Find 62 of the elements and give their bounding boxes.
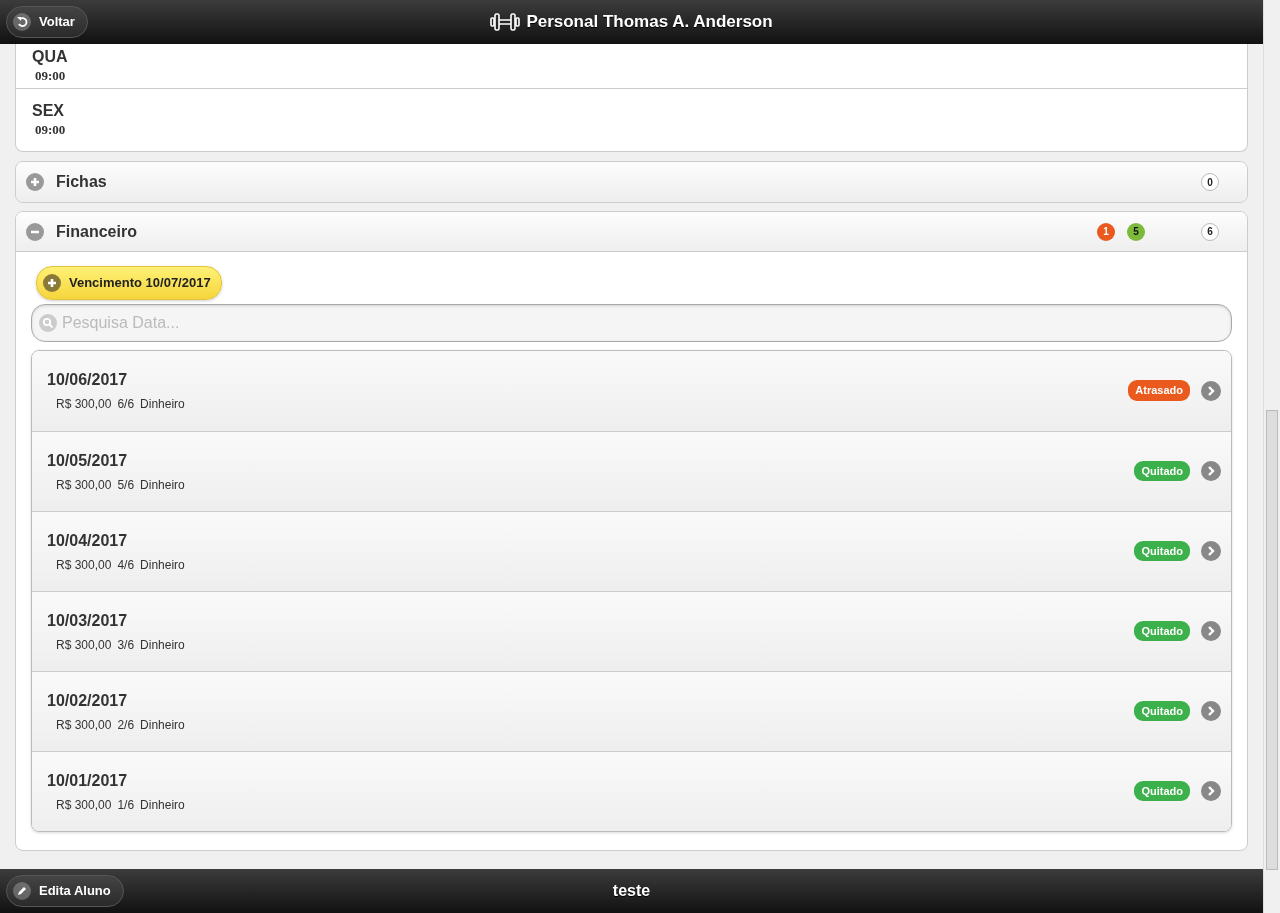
payment-date: 10/02/2017 bbox=[47, 690, 129, 711]
count-badge: 1 bbox=[1097, 222, 1115, 241]
count-badge: 0 bbox=[1201, 173, 1219, 191]
chevron-right-icon bbox=[1206, 465, 1216, 477]
status-badge: Quitado bbox=[1134, 780, 1190, 802]
search-field[interactable]: Pesquisa Data... bbox=[31, 303, 1232, 342]
amount-text: R$ 300,00 bbox=[56, 397, 112, 411]
method-text: Dinheiro bbox=[140, 797, 185, 812]
undo-icon bbox=[16, 15, 28, 28]
status-badge: Quitado bbox=[1134, 700, 1190, 722]
method-text: Dinheiro bbox=[140, 717, 185, 732]
pencil-icon bbox=[16, 884, 28, 897]
payment-date: 10/05/2017 bbox=[47, 450, 129, 471]
plus-icon bbox=[28, 175, 42, 189]
method-text: Dinheiro bbox=[140, 637, 185, 652]
status-badge: Quitado bbox=[1134, 460, 1190, 482]
day-label: QUA bbox=[32, 46, 69, 66]
status-badge: Atrasado bbox=[1128, 380, 1190, 401]
payment-date: 10/01/2017 bbox=[47, 770, 129, 791]
back-button[interactable]: Voltar bbox=[6, 6, 88, 38]
payment-row[interactable]: 10/02/2017 R$ 300,00 2/6 Dinheiro Quitado bbox=[32, 670, 1231, 751]
payment-date: 10/03/2017 bbox=[47, 610, 129, 631]
method-text: Dinheiro bbox=[140, 477, 185, 492]
time-label: 09:00 bbox=[34, 66, 67, 85]
payment-date: 10/06/2017 bbox=[47, 370, 129, 390]
section-header[interactable]: Financeiro 1 5 6 bbox=[16, 212, 1247, 252]
payment-row[interactable]: 10/04/2017 R$ 300,00 4/6 Dinheiro Quitado bbox=[32, 510, 1231, 591]
installment-text: 4/6 bbox=[117, 557, 135, 572]
dumbbell-icon bbox=[490, 11, 521, 33]
payment-date: 10/04/2017 bbox=[47, 530, 129, 551]
chevron-right-icon bbox=[1206, 545, 1216, 557]
chevron-right-icon bbox=[1206, 625, 1216, 637]
chevron-right-icon bbox=[1206, 384, 1216, 397]
status-badge: Quitado bbox=[1134, 540, 1190, 562]
time-label: 09:00 bbox=[34, 120, 67, 139]
installment-text: 5/6 bbox=[117, 477, 135, 492]
amount-text: R$ 300,00 bbox=[56, 797, 112, 812]
installment-text: 1/6 bbox=[117, 797, 135, 812]
method-text: Dinheiro bbox=[140, 557, 185, 572]
count-badge: 5 bbox=[1127, 222, 1145, 241]
method-text: Dinheiro bbox=[140, 397, 185, 411]
amount-text: R$ 300,00 bbox=[56, 717, 112, 732]
payment-row[interactable]: 10/03/2017 R$ 300,00 3/6 Dinheiro Quitado bbox=[32, 590, 1231, 671]
installment-text: 6/6 bbox=[117, 397, 135, 411]
payment-row[interactable]: 10/05/2017 R$ 300,00 5/6 Dinheiro Quitado bbox=[32, 430, 1231, 511]
installment-text: 3/6 bbox=[117, 637, 135, 652]
due-date-button[interactable]: Vencimento 10/07/2017 bbox=[36, 266, 222, 300]
amount-text: R$ 300,00 bbox=[56, 637, 112, 652]
section-header[interactable]: Fichas 0 bbox=[16, 162, 1247, 202]
count-badge: 6 bbox=[1201, 222, 1219, 241]
installment-text: 2/6 bbox=[117, 717, 135, 732]
amount-text: R$ 300,00 bbox=[56, 557, 112, 572]
page-title: Personal Thomas A. Anderson bbox=[526, 11, 773, 34]
payment-row[interactable]: 10/06/2017 R$ 300,00 6/6 Dinheiro Atrasado bbox=[32, 350, 1231, 431]
chevron-right-icon bbox=[1206, 785, 1216, 797]
status-badge: Quitado bbox=[1134, 620, 1190, 642]
payment-row[interactable]: 10/01/2017 R$ 300,00 1/6 Dinheiro Quitado bbox=[32, 750, 1231, 831]
day-label: SEX bbox=[32, 100, 65, 120]
edit-button[interactable]: Edita Aluno bbox=[6, 875, 124, 907]
chevron-right-icon bbox=[1206, 705, 1216, 717]
footer-title: teste bbox=[612, 881, 651, 901]
amount-text: R$ 300,00 bbox=[56, 477, 112, 492]
